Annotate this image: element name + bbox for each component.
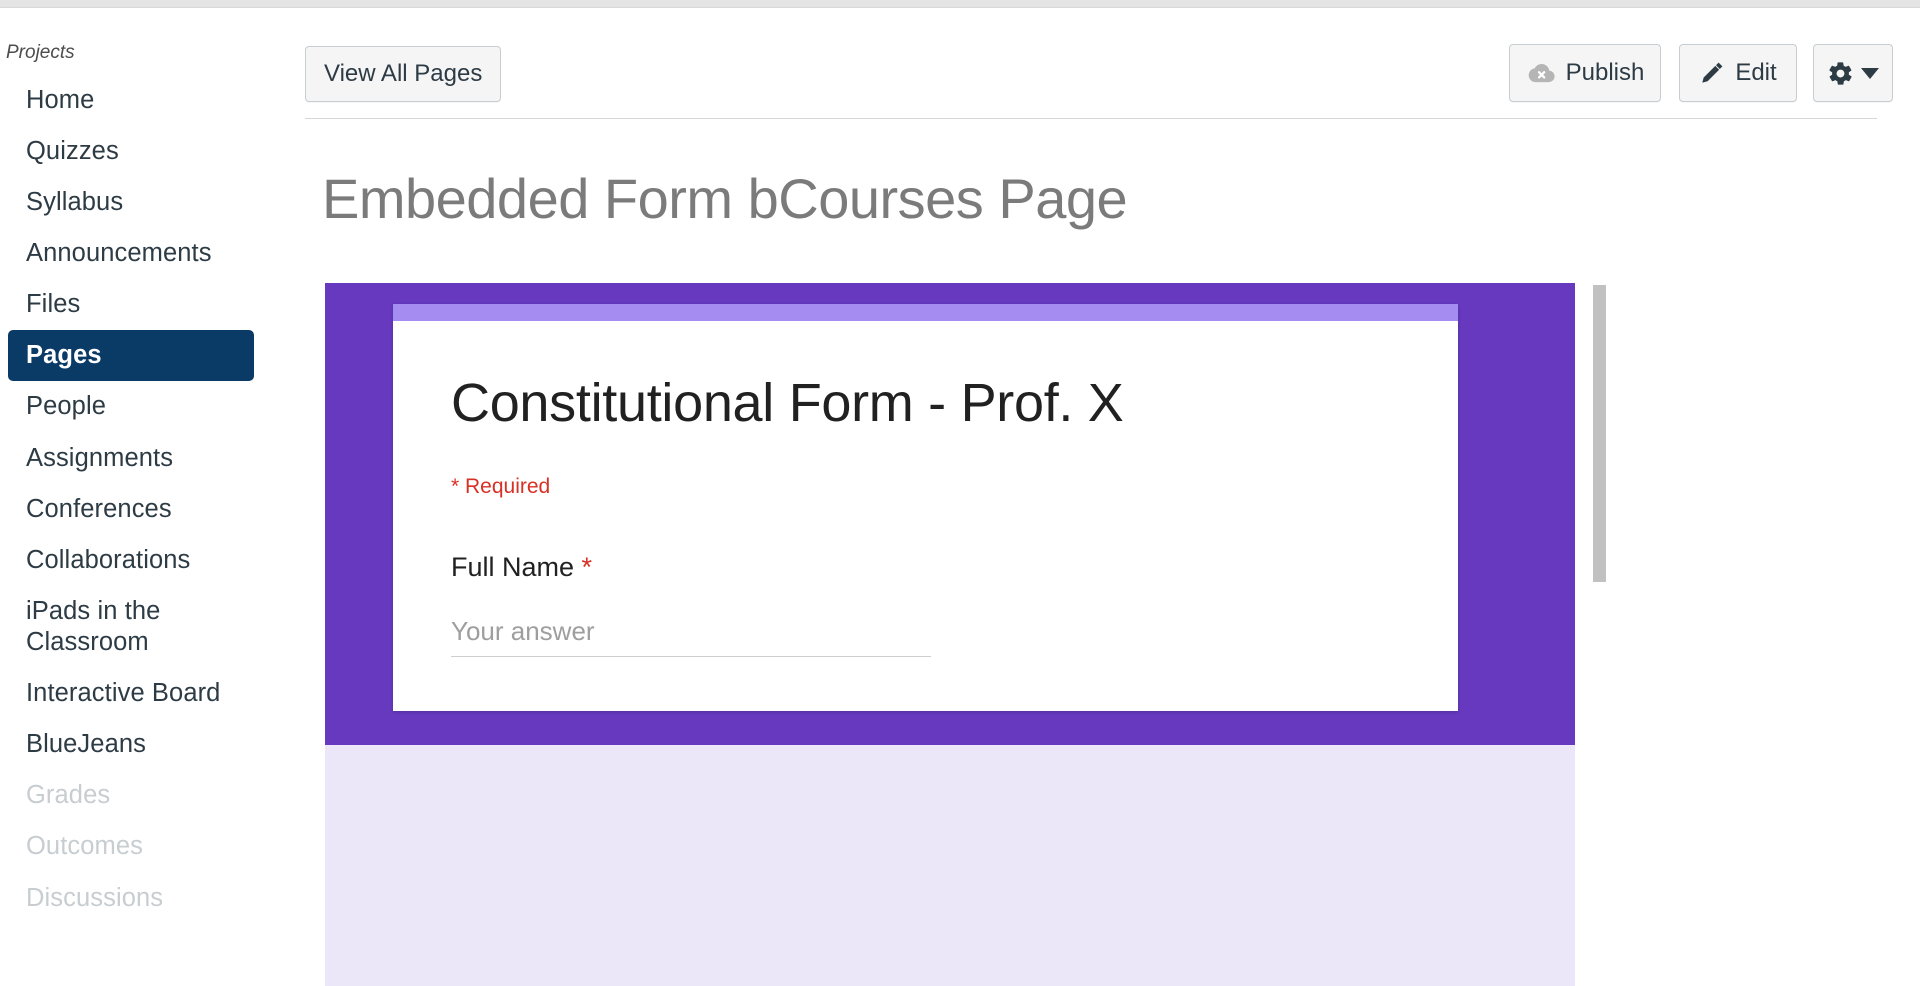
iframe-vertical-scrollbar[interactable] <box>1591 283 1610 986</box>
sidebar-item-pages[interactable]: Pages <box>8 330 254 382</box>
sidebar-nav-list: Home Quizzes Syllabus Announcements File… <box>0 75 300 924</box>
pencil-icon <box>1699 60 1725 86</box>
edit-button[interactable]: Edit <box>1679 44 1797 102</box>
sidebar-item-announcements[interactable]: Announcements <box>0 228 300 279</box>
sidebar-item-ipads-in-the-classroom[interactable]: iPads in the Classroom <box>0 586 210 668</box>
required-asterisk: * <box>581 552 593 583</box>
sidebar-item-interactive-board[interactable]: Interactive Board <box>0 668 300 719</box>
page-root: Projects Home Quizzes Syllabus Announcem… <box>0 0 1920 986</box>
sidebar-item-quizzes[interactable]: Quizzes <box>0 126 300 177</box>
form-card-content: Constitutional Form - Prof. X * Required… <box>393 321 1458 658</box>
sidebar-heading: Projects <box>6 42 75 63</box>
publish-button[interactable]: Publish <box>1509 44 1661 102</box>
main-content: View All Pages Publish Edit Embedded For… <box>300 8 1920 986</box>
edit-button-label: Edit <box>1735 59 1777 86</box>
form-card-accent-bar <box>393 304 1458 321</box>
browser-top-strip <box>0 0 1920 8</box>
sidebar-item-outcomes[interactable]: Outcomes <box>0 821 300 872</box>
sidebar-item-grades[interactable]: Grades <box>0 770 300 821</box>
sidebar-item-files[interactable]: Files <box>0 279 300 330</box>
course-navigation-sidebar: Projects Home Quizzes Syllabus Announcem… <box>0 8 300 986</box>
sidebar-item-home[interactable]: Home <box>0 75 300 126</box>
publish-button-label: Publish <box>1565 59 1645 86</box>
page-settings-button[interactable] <box>1813 44 1893 102</box>
view-all-pages-button[interactable]: View All Pages <box>305 46 502 102</box>
form-field-label-text: Full Name <box>451 552 575 583</box>
iframe-scrollbar-thumb[interactable] <box>1593 285 1606 582</box>
sidebar-item-discussions[interactable]: Discussions <box>0 873 300 924</box>
form-field-full-name: Full Name * <box>451 552 1400 658</box>
form-title: Constitutional Form - Prof. X <box>451 373 1124 433</box>
sidebar-item-assignments[interactable]: Assignments <box>0 433 300 484</box>
cloud-x-icon <box>1526 62 1556 84</box>
sidebar-item-bluejeans[interactable]: BlueJeans <box>0 719 300 770</box>
form-card: Constitutional Form - Prof. X * Required… <box>393 304 1458 711</box>
sidebar-item-syllabus[interactable]: Syllabus <box>0 177 300 228</box>
sidebar-item-collaborations[interactable]: Collaborations <box>0 535 300 586</box>
page-toolbar: View All Pages Publish Edit <box>300 8 1920 120</box>
toolbar-divider <box>305 118 1877 119</box>
form-required-note: * Required <box>451 475 551 499</box>
sidebar-item-people[interactable]: People <box>0 381 300 432</box>
form-field-label: Full Name * <box>451 552 1400 583</box>
gear-icon <box>1827 60 1854 87</box>
chevron-down-icon <box>1861 67 1879 79</box>
sidebar-item-conferences[interactable]: Conferences <box>0 484 300 535</box>
page-title: Embedded Form bCourses Page <box>322 167 1128 230</box>
full-name-input[interactable] <box>451 616 931 658</box>
form-page-background <box>325 745 1575 986</box>
